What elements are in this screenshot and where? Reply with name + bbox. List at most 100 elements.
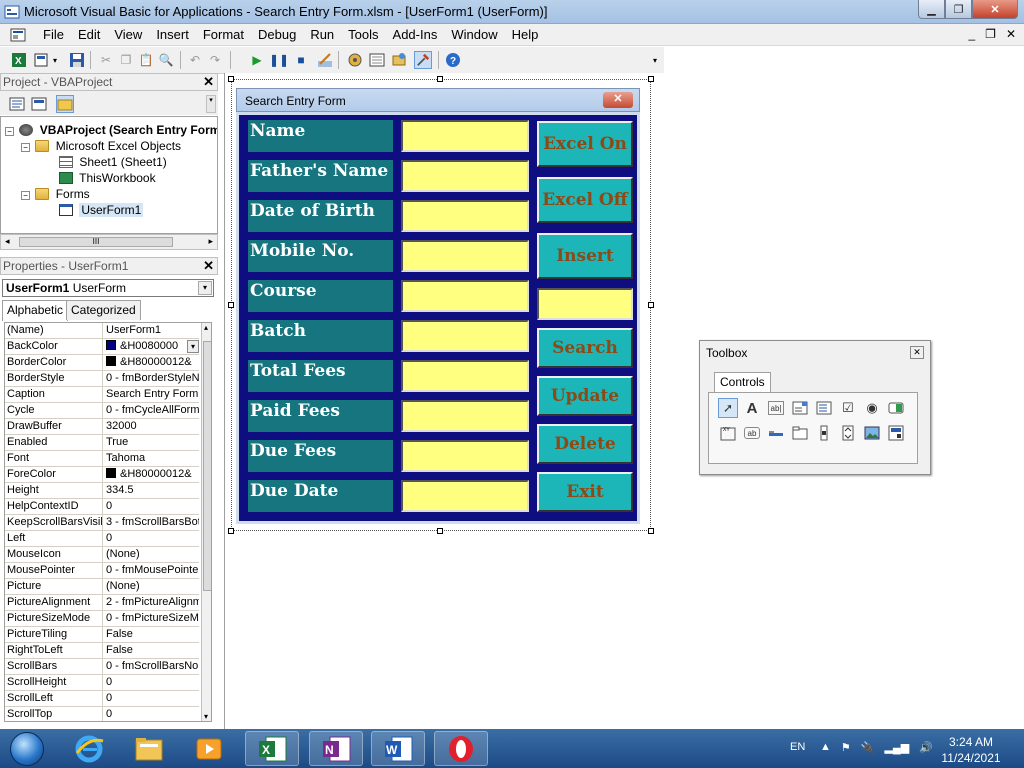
scroll-thumb[interactable] [203,341,211,591]
property-row[interactable]: BackColor &H0080000 ▾ [5,339,199,355]
frame-tool-icon[interactable]: XY [718,423,738,443]
chevron-down-icon[interactable]: ▾ [198,281,212,295]
textbox-name[interactable] [401,120,529,152]
label-fathers-name[interactable]: Father's Name [248,160,393,192]
label-due-fees[interactable]: Due Fees [248,440,393,472]
textbox-course[interactable] [401,280,529,312]
property-row[interactable]: Enabled True [5,435,199,451]
resize-handle[interactable] [437,76,443,82]
property-row[interactable]: KeepScrollBarsVisible3 - fmScrollBarsBot [5,515,199,531]
property-value[interactable]: &H80000012& [104,355,199,371]
project-explorer-icon[interactable] [346,51,364,69]
delete-button[interactable]: Delete [537,424,633,464]
textbox-batch[interactable] [401,320,529,352]
property-row[interactable]: (Name) UserForm1 [5,323,199,339]
run-icon[interactable]: ▶ [248,51,266,69]
resize-handle[interactable] [228,302,234,308]
search-button[interactable]: Search [537,328,633,368]
spinbutton-tool-icon[interactable] [838,423,858,443]
textbox-total-fees[interactable] [401,360,529,392]
copy-icon[interactable]: ❐ [117,51,135,69]
property-row[interactable]: PictureTiling False [5,627,199,643]
property-value[interactable]: &H0080000 ▾ [104,339,199,355]
label-paid-fees[interactable]: Paid Fees [248,400,393,432]
insert-button[interactable]: Insert [537,233,633,279]
excel-view-icon[interactable]: X [10,51,28,69]
label-total-fees[interactable]: Total Fees [248,360,393,392]
view-object-icon[interactable] [30,95,48,113]
document-icon[interactable] [10,27,26,43]
textbox-fathers-name[interactable] [401,160,529,192]
properties-window-icon[interactable] [368,51,386,69]
toolbox-toggle-icon[interactable] [414,51,432,69]
property-row[interactable]: BorderStyle 0 - fmBorderStyleN [5,371,199,387]
property-value[interactable]: UserForm1 [104,323,199,339]
clock[interactable]: 3:24 AM 11/24/2021 [938,734,1004,766]
menu-insert[interactable]: Insert [149,27,196,43]
label-course[interactable]: Course [248,280,393,312]
property-value[interactable]: 0 - fmScrollBarsNor [104,659,199,675]
tree-forms[interactable]: − Forms [21,187,90,201]
property-value[interactable]: 0 [104,531,199,547]
image-tool-icon[interactable] [862,423,882,443]
property-value[interactable]: 0 [104,499,199,515]
dropdown-arrow-icon[interactable]: ▾ [50,51,60,69]
resize-handle[interactable] [228,528,234,534]
property-row[interactable]: PictureSizeMode 0 - fmPictureSizeM [5,611,199,627]
tree-workbook[interactable]: ThisWorkbook [59,171,156,185]
start-button[interactable] [3,729,51,768]
taskbar-ie[interactable] [62,731,116,766]
redo-icon[interactable]: ↷ [206,51,224,69]
property-row[interactable]: Cycle 0 - fmCycleAllForm [5,403,199,419]
label-due-date[interactable]: Due Date [248,480,393,512]
mdi-close-icon[interactable]: ✕ [1006,27,1016,41]
action-center-flag-icon[interactable]: ⚑ [841,741,851,754]
toolbar-overflow-icon[interactable]: ▾ [650,51,660,69]
textbox-paid-fees[interactable] [401,400,529,432]
exit-button[interactable]: Exit [537,472,633,512]
menu-file[interactable]: File [36,27,71,43]
checkbox-tool-icon[interactable]: ☑ [838,398,858,418]
pointer-icon[interactable]: ➚ [718,398,738,418]
property-row[interactable]: ScrollTop 0 [5,707,199,721]
panel-scroll-icon[interactable]: ▾ [206,95,216,113]
volume-icon[interactable]: 🔊 [919,741,933,754]
tree-sheet1[interactable]: Sheet1 (Sheet1) [59,155,167,169]
save-icon[interactable] [68,51,86,69]
property-value[interactable]: 2 - fmPictureAlignm [104,595,199,611]
label-name[interactable]: Name [248,120,393,152]
view-code-icon[interactable] [8,95,26,113]
label-date-of-birth[interactable]: Date of Birth [248,200,393,232]
update-button[interactable]: Update [537,376,633,416]
scroll-right-icon[interactable]: ▸ [208,236,213,247]
textbox-search[interactable] [537,288,633,320]
property-value[interactable]: 0 [104,707,199,721]
help-icon[interactable]: ? [444,51,462,69]
taskbar-explorer[interactable] [122,731,176,766]
scroll-left-icon[interactable]: ◂ [5,236,10,247]
property-row[interactable]: DrawBuffer 32000 [5,419,199,435]
taskbar-media-player[interactable] [182,731,236,766]
taskbar-word[interactable]: W [371,731,425,766]
property-value[interactable]: 334.5 [104,483,199,499]
reset-icon[interactable]: ■ [292,51,310,69]
commandbutton-tool-icon[interactable]: ab [744,427,760,439]
menu-addins[interactable]: Add-Ins [386,27,445,43]
menu-window[interactable]: Window [444,27,504,43]
tab-controls[interactable]: Controls [714,372,771,392]
property-row[interactable]: RightToLeft False [5,643,199,659]
network-signal-icon[interactable]: ▂▄▆ [884,741,909,754]
property-value[interactable]: 0 [104,691,199,707]
property-row[interactable]: ScrollBars 0 - fmScrollBarsNor [5,659,199,675]
undo-icon[interactable]: ↶ [186,51,204,69]
properties-panel-close-icon[interactable]: ✕ [203,258,214,274]
collapse-icon[interactable]: − [5,127,14,136]
collapse-icon[interactable]: − [21,191,30,200]
optionbutton-tool-icon[interactable]: ◉ [862,398,882,418]
property-value[interactable]: False [104,643,199,659]
taskbar-excel[interactable]: X [245,731,299,766]
property-row[interactable]: Height 334.5 [5,483,199,499]
power-icon[interactable]: 🔌 [861,741,875,754]
insert-userform-icon[interactable] [32,51,50,69]
property-row[interactable]: MousePointer 0 - fmMousePointe [5,563,199,579]
